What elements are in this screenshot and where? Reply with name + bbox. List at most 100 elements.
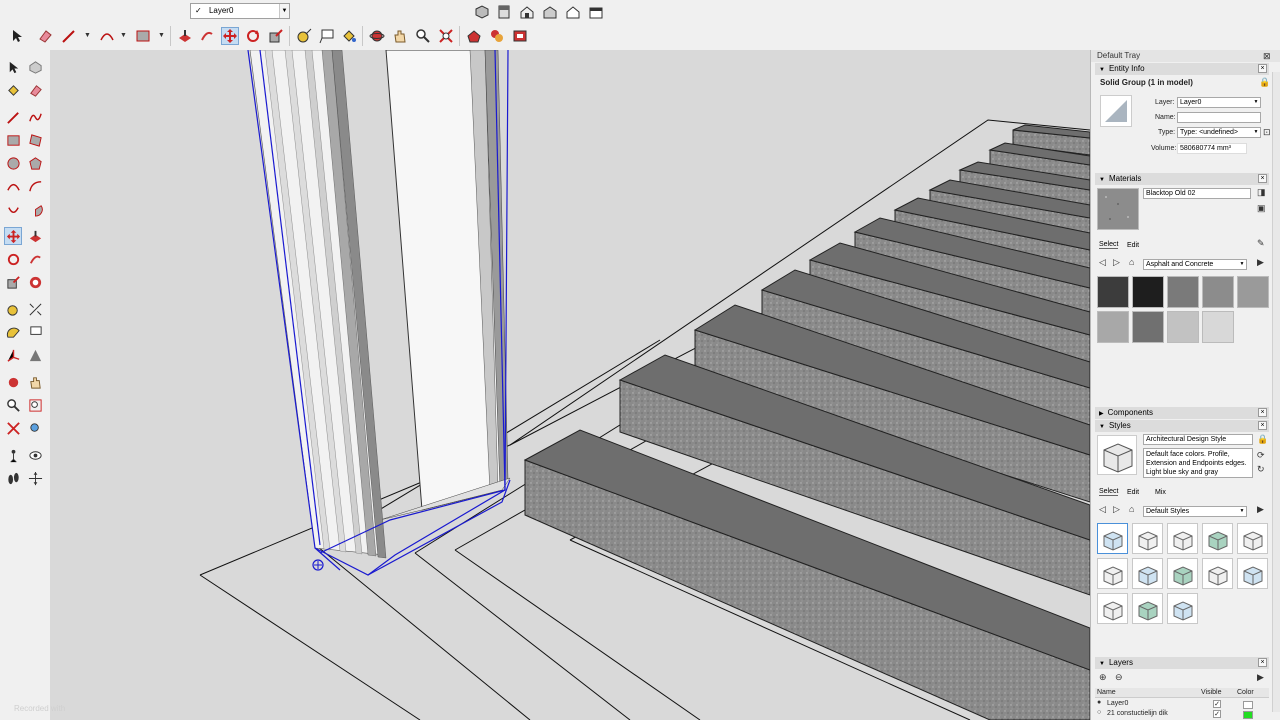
eraser-icon[interactable]	[36, 27, 54, 45]
styles-header[interactable]: ▼ Styles ×	[1095, 420, 1269, 432]
push-pull-icon[interactable]	[26, 227, 44, 245]
styles-library-select[interactable]: Default Styles ▼	[1143, 506, 1247, 517]
material-swatch[interactable]	[1167, 276, 1199, 308]
zoom-window-icon[interactable]	[26, 396, 44, 414]
chevron-down-icon[interactable]: ▼	[1252, 98, 1260, 107]
pencil-line-icon[interactable]	[60, 27, 78, 45]
style-thumbnail[interactable]	[1132, 558, 1163, 589]
paint-bucket-icon[interactable]	[340, 27, 358, 45]
create-material-icon[interactable]: ▣	[1257, 203, 1266, 214]
modeling-viewport[interactable]	[50, 50, 1090, 720]
layer-dropdown[interactable]: ✓ Layer0 ▼	[190, 3, 290, 19]
close-icon[interactable]: ×	[1258, 421, 1267, 430]
material-swatch[interactable]	[1237, 276, 1269, 308]
axes-icon[interactable]	[4, 346, 22, 364]
style-thumbnail[interactable]	[1237, 558, 1268, 589]
close-icon[interactable]: ×	[1258, 658, 1267, 667]
delete-layer-icon[interactable]: ⊖	[1115, 672, 1123, 683]
rectangle-icon[interactable]	[4, 131, 22, 149]
styles-tab-edit[interactable]: Edit	[1127, 489, 1139, 496]
follow-me-icon[interactable]	[198, 27, 216, 45]
top-view-icon[interactable]	[495, 3, 513, 21]
front-view-icon[interactable]	[518, 3, 536, 21]
right-view-icon[interactable]	[541, 3, 559, 21]
move-icon[interactable]	[221, 27, 239, 45]
material-swatch[interactable]	[1097, 276, 1129, 308]
orbit-icon[interactable]	[368, 27, 386, 45]
dimension-icon[interactable]	[26, 300, 44, 318]
style-description[interactable]: Default face colors. Profile, Extension …	[1143, 448, 1253, 478]
forward-arrow-icon[interactable]: ▷	[1113, 257, 1120, 268]
extension-icon[interactable]	[511, 27, 529, 45]
layer-visible-checkbox[interactable]: ✓	[1213, 710, 1221, 718]
close-icon[interactable]: ×	[1258, 64, 1267, 73]
eyedropper-icon[interactable]: ✎	[1257, 238, 1265, 249]
chevron-down-icon[interactable]: ▼	[1238, 260, 1246, 269]
materials-tab-select[interactable]: Select	[1099, 241, 1119, 249]
material-swatch[interactable]	[1097, 311, 1129, 343]
polygon-icon[interactable]	[26, 154, 44, 172]
previous-view-icon[interactable]	[26, 419, 44, 437]
protractor-icon[interactable]	[4, 323, 22, 341]
tape-measure-icon[interactable]	[4, 300, 22, 318]
style-name-field[interactable]: Architectural Design Style	[1143, 434, 1253, 445]
back-arrow-icon[interactable]: ◁	[1099, 257, 1106, 268]
back-view-icon[interactable]	[564, 3, 582, 21]
add-layer-icon[interactable]: ⊕	[1099, 672, 1107, 683]
style-thumbnail[interactable]	[1132, 523, 1163, 554]
lock-icon[interactable]: 🔒	[1259, 77, 1270, 88]
zoom-icon[interactable]	[4, 396, 22, 414]
materials-header[interactable]: ▼ Materials ×	[1095, 173, 1269, 185]
section-plane-icon[interactable]	[26, 469, 44, 487]
zoom-extents-icon[interactable]	[4, 419, 22, 437]
pan-hand-icon[interactable]	[26, 373, 44, 391]
close-icon[interactable]: ×	[1258, 408, 1267, 417]
line-icon[interactable]	[4, 108, 22, 126]
type-info-icon[interactable]: ⊡	[1263, 127, 1271, 138]
iso-view-icon[interactable]	[473, 3, 491, 21]
text-label-icon[interactable]	[318, 27, 336, 45]
zoom-extents-icon[interactable]	[437, 27, 455, 45]
details-arrow-icon[interactable]: ▶	[1257, 672, 1264, 683]
tray-scrollbar[interactable]	[1272, 72, 1280, 712]
style-thumbnail[interactable]	[1132, 593, 1163, 624]
rotate-icon[interactable]	[4, 250, 22, 268]
back-arrow-icon[interactable]: ◁	[1099, 504, 1106, 515]
update-style-icon[interactable]: ⟳	[1257, 450, 1265, 461]
follow-me-icon[interactable]	[26, 250, 44, 268]
style-thumbnail[interactable]	[1202, 558, 1233, 589]
components-header[interactable]: ▶ Components ×	[1095, 407, 1269, 419]
walk-icon[interactable]	[4, 469, 22, 487]
chevron-down-icon[interactable]: ▼	[120, 32, 127, 39]
chevron-down-icon[interactable]: ▼	[1252, 128, 1260, 137]
home-icon[interactable]: ⌂	[1129, 504, 1134, 514]
offset-icon[interactable]	[26, 273, 44, 291]
scale-icon[interactable]	[267, 27, 285, 45]
home-icon[interactable]: ⌂	[1129, 257, 1134, 267]
two-point-arc-icon[interactable]	[26, 177, 44, 195]
text-icon[interactable]	[26, 323, 44, 341]
left-view-icon[interactable]	[587, 3, 605, 21]
tape-measure-icon[interactable]	[295, 27, 313, 45]
layer-active-radio[interactable]: ●	[1097, 699, 1101, 706]
orbit-icon[interactable]	[4, 373, 22, 391]
warehouse-icon[interactable]	[465, 27, 483, 45]
material-name-field[interactable]: Blacktop Old 02	[1143, 188, 1251, 199]
close-icon[interactable]: ×	[1258, 174, 1267, 183]
pan-hand-icon[interactable]	[391, 27, 409, 45]
details-arrow-icon[interactable]: ▶	[1257, 257, 1264, 268]
material-swatch[interactable]	[1132, 311, 1164, 343]
material-swatch[interactable]	[1202, 311, 1234, 343]
name-field[interactable]	[1177, 112, 1261, 123]
rotated-rectangle-icon[interactable]	[26, 131, 44, 149]
components-icon[interactable]	[488, 27, 506, 45]
look-around-icon[interactable]	[26, 446, 44, 464]
layer-name[interactable]: 21 constuctielijn dik	[1107, 710, 1168, 717]
eraser-icon[interactable]	[26, 81, 44, 99]
style-thumbnail[interactable]	[1237, 523, 1268, 554]
paint-bucket-icon[interactable]	[4, 81, 22, 99]
layer-name[interactable]: Layer0	[1107, 700, 1128, 707]
styles-tab-select[interactable]: Select	[1099, 488, 1119, 496]
push-pull-icon[interactable]	[176, 27, 194, 45]
three-point-arc-icon[interactable]	[4, 200, 22, 218]
